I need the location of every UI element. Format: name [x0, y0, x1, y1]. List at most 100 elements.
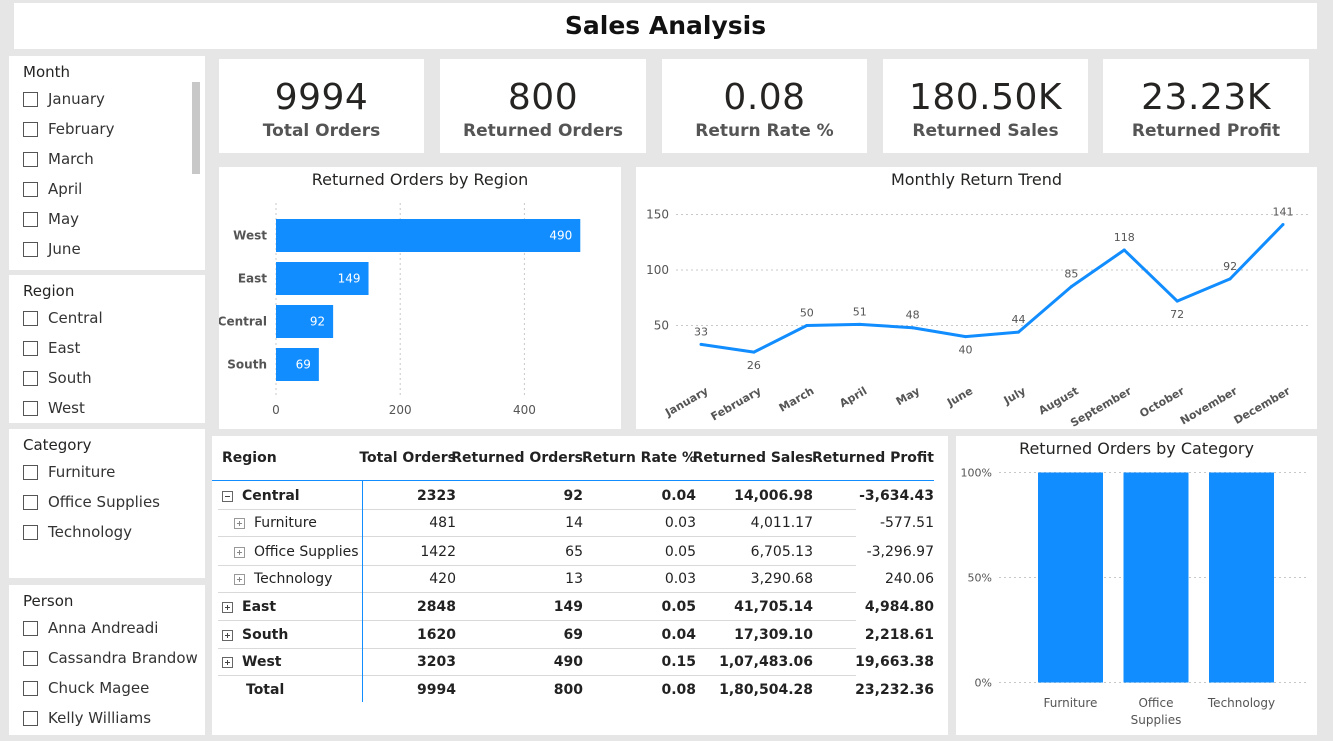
checkbox[interactable]: [23, 121, 38, 137]
bar-west: [276, 219, 581, 252]
table-cell: 3203: [417, 654, 456, 670]
kpi-returned-profit: 23.23K Returned Profit: [1103, 59, 1309, 153]
column-header[interactable]: Return Rate %: [582, 444, 696, 472]
slicer-item-june[interactable]: June: [23, 234, 205, 264]
x-tick-label: June: [944, 384, 975, 409]
table-cell: 0.05: [664, 544, 696, 560]
slicer-item-label: February: [48, 120, 115, 138]
table-cell: 490: [553, 654, 583, 670]
slicer-item-furniture[interactable]: Furniture: [23, 457, 205, 487]
data-label: 51: [853, 305, 867, 318]
row-label: East: [242, 599, 277, 615]
category-label: East: [238, 272, 267, 286]
slicer-item-anna-andreadi[interactable]: Anna Andreadi: [23, 613, 205, 643]
slicer-item-chuck-magee[interactable]: Chuck Magee: [23, 673, 205, 703]
checkbox[interactable]: [23, 524, 38, 540]
data-point: [1281, 222, 1285, 226]
checkbox[interactable]: [23, 680, 38, 696]
data-label: 50: [800, 307, 814, 320]
slicer-item-january[interactable]: January: [23, 84, 205, 114]
table-cell: 3,290.68: [750, 571, 813, 587]
checkbox[interactable]: [23, 650, 38, 666]
table-cell: 1,07,483.06: [719, 654, 813, 670]
expand-icon[interactable]: [234, 517, 245, 529]
person-slicer: Person Anna Andreadi Cassandra Brandow Chu…: [9, 585, 205, 735]
checkbox[interactable]: [23, 241, 38, 257]
table-cell: -577.51: [879, 515, 934, 531]
checkbox[interactable]: [23, 370, 38, 386]
expand-icon[interactable]: [222, 656, 233, 668]
slicer-item-office-supplies[interactable]: Office Supplies: [23, 487, 205, 517]
slicer-item-february[interactable]: February: [23, 114, 205, 144]
slicer-item-cassandra-brandow[interactable]: Cassandra Brandow: [23, 643, 205, 673]
column-header[interactable]: Region: [222, 444, 277, 472]
checkbox[interactable]: [23, 340, 38, 356]
checkbox[interactable]: [23, 400, 38, 416]
checkbox[interactable]: [23, 620, 38, 636]
data-point: [752, 350, 756, 354]
table-cell: 92: [563, 488, 583, 504]
table-cell: 1422: [420, 544, 456, 560]
table-row: Technology 420 13 0.03 3,290.68 240.06: [212, 565, 948, 593]
kpi-returned-orders: 800 Returned Orders: [440, 59, 646, 153]
slicer-item-april[interactable]: April: [23, 174, 205, 204]
y-tick-label: 50: [654, 319, 669, 333]
table-cell: 2323: [417, 488, 456, 504]
table-row: West 3203 490 0.15 1,07,483.06 19,663.38: [212, 648, 948, 676]
column-header[interactable]: Returned Sales: [693, 444, 813, 472]
x-tick-label: August: [1036, 384, 1080, 417]
checkbox[interactable]: [23, 91, 38, 107]
checkbox[interactable]: [23, 494, 38, 510]
table-cell: 13: [565, 571, 583, 587]
slicer-item-kelly-williams[interactable]: Kelly Williams: [23, 703, 205, 733]
matrix-body: Region Total Orders Returned Orders Return …: [212, 444, 948, 724]
month-slicer-scrollbar[interactable]: [192, 82, 200, 174]
expand-icon[interactable]: [222, 601, 233, 613]
expand-icon[interactable]: [222, 629, 233, 641]
collapse-icon[interactable]: [222, 490, 233, 502]
column-header[interactable]: Returned Profit: [812, 444, 934, 472]
checkbox[interactable]: [23, 211, 38, 227]
slicer-item-technology[interactable]: Technology: [23, 517, 205, 547]
checkbox[interactable]: [23, 710, 38, 726]
region-bar-chart-panel: Returned Orders by Region 0 200 400 West 490…: [219, 167, 621, 429]
kpi-value: 0.08: [723, 77, 806, 118]
table-cell: -3,634.43: [859, 488, 934, 504]
slicer-item-west[interactable]: West: [23, 393, 205, 423]
kpi-returned-sales: 180.50K Returned Sales: [883, 59, 1088, 153]
kpi-value: 800: [507, 77, 579, 118]
x-tick-label: February: [709, 384, 764, 423]
y-tick-label: 0%: [975, 677, 992, 690]
y-tick-label: 100%: [961, 467, 992, 480]
slicer-item-south[interactable]: South: [23, 363, 205, 393]
table-cell: 69: [563, 627, 583, 643]
table-cell: 0.08: [661, 682, 696, 698]
person-slicer-list: Anna Andreadi Cassandra Brandow Chuck Mage…: [23, 613, 205, 733]
matrix-header-row: Region Total Orders Returned Orders Return …: [212, 444, 948, 472]
data-label: 490: [549, 229, 572, 243]
table-cell: 149: [553, 599, 583, 615]
expand-icon[interactable]: [234, 573, 245, 585]
checkbox[interactable]: [23, 310, 38, 326]
bar-office-supplies: [1123, 472, 1189, 683]
table-cell: 240.06: [885, 571, 934, 587]
column-header[interactable]: Returned Orders: [451, 444, 583, 472]
month-slicer-title: Month: [23, 63, 71, 81]
slicer-item-march[interactable]: March: [23, 144, 205, 174]
row-divider: [218, 536, 856, 537]
category-bar-chart: 0% 50% 100% Furniture Office Supplies Technolo…: [961, 467, 1308, 727]
slicer-item-may[interactable]: May: [23, 204, 205, 234]
report-title-bar: Sales Analysis: [14, 3, 1317, 49]
checkbox[interactable]: [23, 464, 38, 480]
column-header[interactable]: Total Orders: [359, 444, 456, 472]
table-row: South 1620 69 0.04 17,309.10 2,218.61: [212, 621, 948, 649]
checkbox[interactable]: [23, 151, 38, 167]
x-tick-label: Office: [1138, 696, 1173, 710]
slicer-item-east[interactable]: East: [23, 333, 205, 363]
category-slicer-title: Category: [23, 436, 92, 454]
expand-icon[interactable]: [234, 546, 245, 558]
data-point: [805, 324, 809, 327]
checkbox[interactable]: [23, 181, 38, 197]
region-slicer-title: Region: [23, 282, 75, 300]
slicer-item-central[interactable]: Central: [23, 303, 205, 333]
